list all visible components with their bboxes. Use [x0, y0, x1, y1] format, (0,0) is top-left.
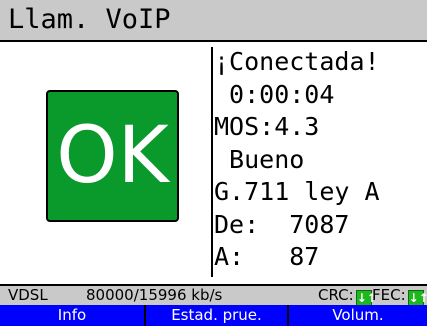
connection-status: ¡Conectada! — [214, 47, 380, 76]
crc-indicator: CRC: ↓↑ — [318, 286, 377, 306]
call-panel: OK ¡Conectada! 0:00:04 MOS:4.3 Bueno G.7… — [0, 42, 427, 284]
call-info: ¡Conectada! 0:00:04 MOS:4.3 Bueno G.711 … — [214, 46, 380, 274]
fec-label: FEC: — [372, 286, 406, 304]
fec-arrows-icon: ↓↑ — [407, 290, 427, 306]
mos-score: MOS:4.3 — [214, 112, 320, 141]
line-mode: VDSL — [8, 286, 48, 304]
crc-label: CRC: — [318, 286, 354, 304]
softkey-info[interactable]: Info — [0, 305, 144, 326]
vertical-divider — [211, 47, 213, 277]
line-rate: 80000/15996 kb/s — [86, 286, 223, 304]
softkey-bar: Info Estad. prue. Volum. — [0, 305, 427, 326]
codec: G.711 ley A — [214, 177, 380, 206]
ok-status-indicator: OK — [46, 90, 179, 222]
call-duration: 0:00:04 — [214, 79, 335, 109]
ok-status-text: OK — [56, 111, 169, 201]
softkey-test-stats[interactable]: Estad. prue. — [146, 305, 287, 326]
window-title: Llam. VoIP — [8, 4, 171, 35]
title-bar: Llam. VoIP — [0, 0, 427, 42]
fec-indicator: FEC: ↓↑ — [372, 286, 427, 306]
callee-number: A: 87 — [214, 242, 320, 271]
voip-call-screen: Llam. VoIP OK ¡Conectada! 0:00:04 MOS:4.… — [0, 0, 427, 326]
caller-number: De: 7087 — [214, 209, 350, 239]
crc-arrows-icon: ↓↑ — [355, 290, 377, 306]
status-bar: VDSL 80000/15996 kb/s CRC: ↓↑ FEC: ↓↑ — [0, 284, 427, 306]
quality-rating: Bueno — [214, 144, 305, 174]
softkey-volume[interactable]: Volum. — [289, 305, 427, 326]
